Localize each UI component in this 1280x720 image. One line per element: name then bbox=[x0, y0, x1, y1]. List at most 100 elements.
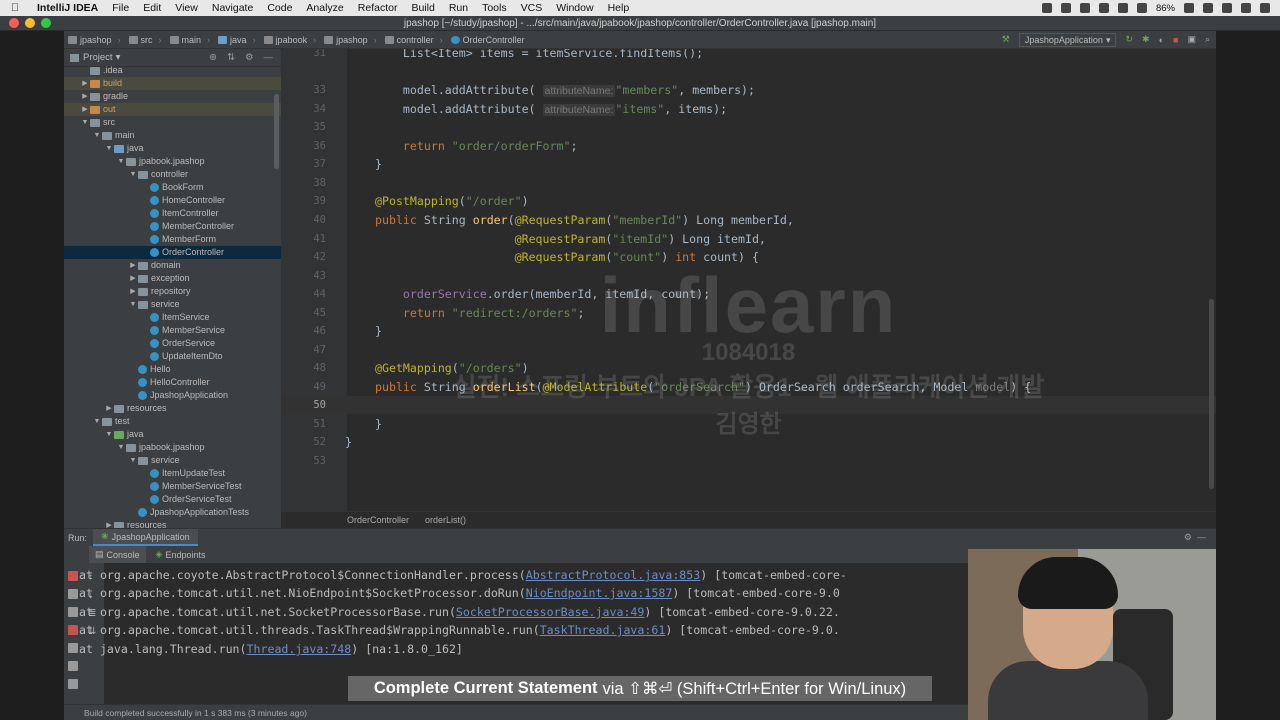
tree-item[interactable]: ▼ main bbox=[64, 129, 281, 142]
breadcrumb-ordercontroller[interactable]: OrderController bbox=[447, 35, 529, 45]
tree-item[interactable]: MemberServiceTest bbox=[64, 480, 281, 493]
console-link[interactable]: NioEndpoint.java:1587 bbox=[526, 586, 673, 600]
tree-item[interactable]: Hello bbox=[64, 363, 281, 376]
rerun-icon[interactable]: ↻ bbox=[1125, 34, 1133, 45]
gear-icon[interactable]: ⚙ bbox=[245, 52, 254, 63]
tree-item[interactable]: MemberForm bbox=[64, 233, 281, 246]
tree-item[interactable]: JpashopApplication bbox=[64, 389, 281, 402]
breadcrumb-jpashop[interactable]: jpashop › bbox=[320, 35, 381, 45]
search-icon[interactable]: ⌕ bbox=[1205, 34, 1210, 45]
project-scrollbar[interactable] bbox=[274, 94, 279, 169]
menu-file[interactable]: File bbox=[105, 2, 136, 14]
project-structure-icon[interactable]: ▣ bbox=[1187, 34, 1196, 45]
cloud-icon[interactable] bbox=[1098, 3, 1109, 13]
volume-icon[interactable] bbox=[1117, 3, 1128, 13]
breadcrumb-controller[interactable]: controller › bbox=[381, 35, 447, 45]
menu-view[interactable]: View bbox=[168, 2, 205, 14]
run-configuration-select[interactable]: JpashopApplication ▾ bbox=[1018, 32, 1117, 47]
battery-icon[interactable] bbox=[1184, 3, 1194, 13]
tree-item[interactable]: HomeController bbox=[64, 194, 281, 207]
expand-arrow-icon[interactable]: ▼ bbox=[116, 441, 126, 454]
input-source-icon[interactable] bbox=[1203, 3, 1213, 13]
tree-item[interactable]: UpdateItemDto bbox=[64, 350, 281, 363]
tree-item[interactable]: ▼ jpabook.jpashop bbox=[64, 441, 281, 454]
tree-item[interactable]: ▼ test bbox=[64, 415, 281, 428]
grid-icon[interactable] bbox=[1060, 3, 1071, 13]
tree-item[interactable]: BookForm bbox=[64, 181, 281, 194]
console-link[interactable]: TaskThread.java:61 bbox=[540, 623, 666, 637]
breadcrumb-java[interactable]: java › bbox=[214, 35, 260, 45]
collapse-arrow-icon[interactable]: ▶ bbox=[104, 519, 114, 528]
tree-item[interactable]: ▼ service bbox=[64, 454, 281, 467]
tree-item[interactable]: JpashopApplicationTests bbox=[64, 506, 281, 519]
console-link[interactable]: SocketProcessorBase.java:49 bbox=[456, 605, 644, 619]
expand-arrow-icon[interactable]: ▼ bbox=[92, 415, 102, 428]
editor-scrollbar[interactable] bbox=[1209, 299, 1214, 489]
app-menu[interactable]: IntelliJ IDEA bbox=[30, 2, 105, 14]
breadcrumb-project[interactable]: jpashop › bbox=[64, 35, 125, 45]
menu-navigate[interactable]: Navigate bbox=[205, 2, 260, 14]
menu-help[interactable]: Help bbox=[601, 2, 637, 14]
expand-arrow-icon[interactable]: ▼ bbox=[104, 428, 114, 441]
expand-arrow-icon[interactable]: ▼ bbox=[80, 116, 90, 129]
console-link[interactable]: Thread.java:748 bbox=[247, 642, 352, 656]
collapse-all-icon[interactable]: ⇅ bbox=[227, 52, 235, 63]
collapse-arrow-icon[interactable]: ▶ bbox=[104, 402, 114, 415]
tree-item[interactable]: ▶ out bbox=[64, 103, 281, 116]
tree-item[interactable]: ▶ resources bbox=[64, 402, 281, 415]
breadcrumb-src[interactable]: src › bbox=[125, 35, 166, 45]
menu-window[interactable]: Window bbox=[549, 2, 600, 14]
tree-item[interactable]: ▶ exception bbox=[64, 272, 281, 285]
locate-icon[interactable]: ⊕ bbox=[209, 52, 217, 63]
hammer-icon[interactable]: ⚒ bbox=[1002, 34, 1010, 45]
tree-item[interactable]: OrderServiceTest bbox=[64, 493, 281, 506]
menu-code[interactable]: Code bbox=[260, 2, 299, 14]
tree-item[interactable]: ▼ java bbox=[64, 428, 281, 441]
tab-console[interactable]: ▤ Console bbox=[89, 546, 146, 563]
siri-icon[interactable] bbox=[1241, 3, 1251, 13]
tree-item[interactable]: MemberController bbox=[64, 220, 281, 233]
menu-vcs[interactable]: VCS bbox=[514, 2, 550, 14]
collapse-arrow-icon[interactable]: ▶ bbox=[128, 285, 138, 298]
spotlight-icon[interactable] bbox=[1222, 3, 1232, 13]
expand-arrow-icon[interactable]: ▼ bbox=[128, 168, 138, 181]
menu-analyze[interactable]: Analyze bbox=[299, 2, 350, 14]
expand-arrow-icon[interactable]: ▼ bbox=[116, 155, 126, 168]
tree-item[interactable]: .idea bbox=[64, 64, 281, 77]
tree-item[interactable]: ▶ repository bbox=[64, 285, 281, 298]
breadcrumb-main[interactable]: main › bbox=[166, 35, 215, 45]
expand-arrow-icon[interactable]: ▼ bbox=[128, 298, 138, 311]
tab-endpoints[interactable]: ◈ Endpoints bbox=[150, 546, 212, 563]
code-editor[interactable]: 31 List<Item> items = itemService.findIt… bbox=[281, 49, 1216, 511]
collapse-arrow-icon[interactable]: ▶ bbox=[128, 259, 138, 272]
tree-item[interactable]: MemberService bbox=[64, 324, 281, 337]
apple-menu-icon[interactable]:  bbox=[0, 2, 30, 14]
project-view-select[interactable]: Project bbox=[83, 52, 113, 63]
screen-record-icon[interactable] bbox=[1041, 3, 1052, 13]
shield-icon[interactable] bbox=[1079, 3, 1090, 13]
tree-item[interactable]: ▶ resources bbox=[64, 519, 281, 528]
restore-layout-icon[interactable] bbox=[68, 625, 78, 635]
tree-item[interactable]: ItemController bbox=[64, 207, 281, 220]
stop-icon[interactable] bbox=[68, 571, 78, 581]
breadcrumb-jpabook[interactable]: jpabook › bbox=[260, 35, 321, 45]
tree-item[interactable]: ▼ controller bbox=[64, 168, 281, 181]
stop-icon[interactable]: ■ bbox=[1173, 35, 1178, 45]
wifi-icon[interactable] bbox=[1136, 3, 1147, 13]
collapse-arrow-icon[interactable]: ▶ bbox=[80, 90, 90, 103]
breadcrumb-method[interactable]: orderList() bbox=[425, 515, 466, 525]
debug-icon[interactable]: ✱ bbox=[1142, 34, 1150, 45]
collapse-arrow-icon[interactable]: ▶ bbox=[80, 103, 90, 116]
expand-arrow-icon[interactable]: ▼ bbox=[104, 142, 114, 155]
tree-item[interactable]: ▶ domain bbox=[64, 259, 281, 272]
collapse-arrow-icon[interactable]: ▶ bbox=[128, 272, 138, 285]
exit-icon[interactable] bbox=[68, 607, 78, 617]
menu-edit[interactable]: Edit bbox=[136, 2, 168, 14]
tree-item[interactable]: ▼ jpabook.jpashop bbox=[64, 155, 281, 168]
tree-item[interactable]: ▼ service bbox=[64, 298, 281, 311]
tree-item[interactable]: ▶ gradle bbox=[64, 90, 281, 103]
notification-center-icon[interactable] bbox=[1260, 3, 1270, 13]
tree-item[interactable]: ▶ build bbox=[64, 77, 281, 90]
tree-item[interactable]: ▼ java bbox=[64, 142, 281, 155]
tree-item[interactable]: OrderService bbox=[64, 337, 281, 350]
